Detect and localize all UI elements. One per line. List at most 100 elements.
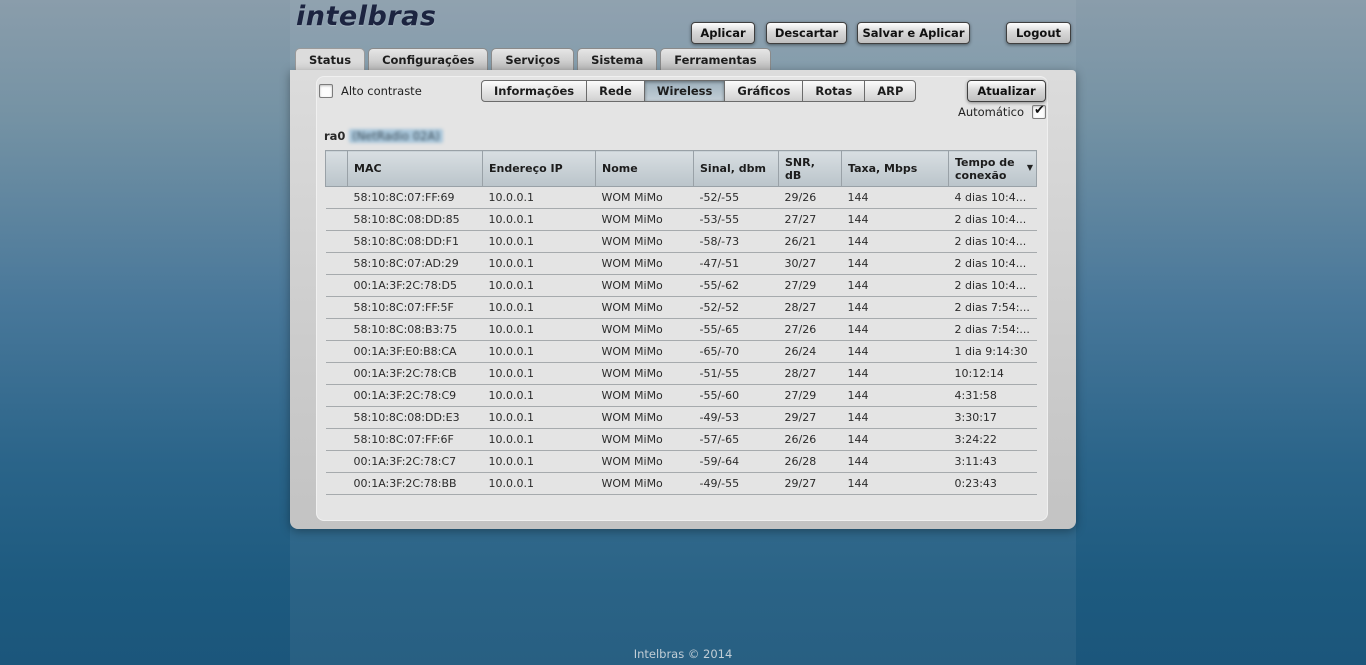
cell-sinal: -47/-51 xyxy=(694,253,779,275)
cell-mac: 58:10:8C:07:FF:6F xyxy=(348,429,483,451)
cell-taxa: 144 xyxy=(842,451,949,473)
row-indicator-cell xyxy=(326,473,348,495)
table-header-row: MAC Endereço IP Nome Sinal, dbm SNR, dB … xyxy=(326,151,1037,187)
high-contrast-control: Alto contraste xyxy=(319,84,422,98)
table-row[interactable]: 58:10:8C:08:DD:F110.0.0.1WOM MiMo-58/-73… xyxy=(326,231,1037,253)
save-and-apply-button[interactable]: Salvar e Aplicar xyxy=(857,22,970,44)
cell-taxa: 144 xyxy=(842,319,949,341)
cell-snr: 28/27 xyxy=(779,297,842,319)
header-tempo[interactable]: Tempo de conexão ▼ xyxy=(949,151,1037,187)
cell-ip: 10.0.0.1 xyxy=(483,253,596,275)
table-row[interactable]: 58:10:8C:08:DD:E310.0.0.1WOM MiMo-49/-53… xyxy=(326,407,1037,429)
stations-table: MAC Endereço IP Nome Sinal, dbm SNR, dB … xyxy=(325,150,1037,495)
subtab-graficos[interactable]: Gráficos xyxy=(724,80,803,102)
cell-tempo: 2 dias 10:4... xyxy=(949,231,1037,253)
table-row[interactable]: 58:10:8C:07:FF:5F10.0.0.1WOM MiMo-52/-52… xyxy=(326,297,1037,319)
cell-tempo: 2 dias 7:54:... xyxy=(949,319,1037,341)
logout-button[interactable]: Logout xyxy=(1006,22,1071,44)
subtab-rede[interactable]: Rede xyxy=(586,80,645,102)
header-mac[interactable]: MAC xyxy=(348,151,483,187)
discard-button[interactable]: Descartar xyxy=(766,22,847,44)
table-row[interactable]: 58:10:8C:08:B3:7510.0.0.1WOM MiMo-55/-65… xyxy=(326,319,1037,341)
cell-mac: 58:10:8C:08:DD:85 xyxy=(348,209,483,231)
cell-ip: 10.0.0.1 xyxy=(483,187,596,209)
cell-snr: 30/27 xyxy=(779,253,842,275)
apply-button[interactable]: Aplicar xyxy=(691,22,755,44)
cell-mac: 58:10:8C:07:FF:5F xyxy=(348,297,483,319)
header-snr[interactable]: SNR, dB xyxy=(779,151,842,187)
tab-ferramentas[interactable]: Ferramentas xyxy=(660,48,770,70)
cell-ip: 10.0.0.1 xyxy=(483,341,596,363)
row-indicator-cell xyxy=(326,231,348,253)
cell-sinal: -52/-52 xyxy=(694,297,779,319)
cell-taxa: 144 xyxy=(842,253,949,275)
cell-taxa: 144 xyxy=(842,341,949,363)
page: intelbras Aplicar Descartar Salvar e Apl… xyxy=(0,0,1366,665)
cell-sinal: -55/-65 xyxy=(694,319,779,341)
subtab-rotas[interactable]: Rotas xyxy=(802,80,865,102)
header-taxa[interactable]: Taxa, Mbps xyxy=(842,151,949,187)
header-nome[interactable]: Nome xyxy=(596,151,694,187)
cell-mac: 00:1A:3F:2C:78:C7 xyxy=(348,451,483,473)
cell-snr: 29/26 xyxy=(779,187,842,209)
auto-refresh-checkbox[interactable]: ✔ xyxy=(1032,105,1046,119)
header-endereco-ip[interactable]: Endereço IP xyxy=(483,151,596,187)
row-indicator-cell xyxy=(326,429,348,451)
cell-sinal: -52/-55 xyxy=(694,187,779,209)
refresh-button[interactable]: Atualizar xyxy=(967,80,1046,102)
subtab-arp[interactable]: ARP xyxy=(864,80,916,102)
cell-tempo: 4:31:58 xyxy=(949,385,1037,407)
cell-nome: WOM MiMo xyxy=(596,231,694,253)
cell-nome: WOM MiMo xyxy=(596,385,694,407)
header-tempo-label: Tempo de conexão xyxy=(955,156,1015,182)
tab-sistema[interactable]: Sistema xyxy=(577,48,657,70)
tab-status[interactable]: Status xyxy=(295,48,365,70)
cell-sinal: -57/-65 xyxy=(694,429,779,451)
cell-taxa: 144 xyxy=(842,385,949,407)
table-row[interactable]: 00:1A:3F:E0:B8:CA10.0.0.1WOM MiMo-65/-70… xyxy=(326,341,1037,363)
table-row[interactable]: 00:1A:3F:2C:78:C910.0.0.1WOM MiMo-55/-60… xyxy=(326,385,1037,407)
cell-snr: 29/27 xyxy=(779,473,842,495)
cell-tempo: 2 dias 10:4... xyxy=(949,209,1037,231)
cell-ip: 10.0.0.1 xyxy=(483,231,596,253)
table-row[interactable]: 00:1A:3F:2C:78:BB10.0.0.1WOM MiMo-49/-55… xyxy=(326,473,1037,495)
table-row[interactable]: 58:10:8C:07:FF:6910.0.0.1WOM MiMo-52/-55… xyxy=(326,187,1037,209)
cell-snr: 26/24 xyxy=(779,341,842,363)
row-indicator-cell xyxy=(326,319,348,341)
cell-nome: WOM MiMo xyxy=(596,253,694,275)
cell-taxa: 144 xyxy=(842,363,949,385)
cell-nome: WOM MiMo xyxy=(596,451,694,473)
subtab-wireless[interactable]: Wireless xyxy=(644,80,726,102)
cell-sinal: -59/-64 xyxy=(694,451,779,473)
table-row[interactable]: 58:10:8C:08:DD:8510.0.0.1WOM MiMo-53/-55… xyxy=(326,209,1037,231)
cell-mac: 58:10:8C:08:B3:75 xyxy=(348,319,483,341)
cell-nome: WOM MiMo xyxy=(596,407,694,429)
cell-tempo: 3:24:22 xyxy=(949,429,1037,451)
tab-configuracoes[interactable]: Configurações xyxy=(368,48,488,70)
status-subtab-bar: Informações Rede Wireless Gráficos Rotas… xyxy=(481,80,916,102)
tab-servicos[interactable]: Serviços xyxy=(491,48,574,70)
table-row[interactable]: 00:1A:3F:2C:78:D510.0.0.1WOM MiMo-55/-62… xyxy=(326,275,1037,297)
auto-refresh-control: Automático ✔ xyxy=(952,105,1046,119)
station-table-body: 58:10:8C:07:FF:6910.0.0.1WOM MiMo-52/-55… xyxy=(326,187,1037,495)
cell-mac: 00:1A:3F:2C:78:D5 xyxy=(348,275,483,297)
row-indicator-cell xyxy=(326,187,348,209)
cell-sinal: -65/-70 xyxy=(694,341,779,363)
table-row[interactable]: 00:1A:3F:2C:78:C710.0.0.1WOM MiMo-59/-64… xyxy=(326,451,1037,473)
cell-tempo: 2 dias 7:54:... xyxy=(949,297,1037,319)
header-sinal[interactable]: Sinal, dbm xyxy=(694,151,779,187)
cell-snr: 27/27 xyxy=(779,209,842,231)
cell-snr: 27/29 xyxy=(779,275,842,297)
cell-tempo: 4 dias 10:4... xyxy=(949,187,1037,209)
cell-taxa: 144 xyxy=(842,473,949,495)
high-contrast-checkbox[interactable] xyxy=(319,84,333,98)
cell-mac: 58:10:8C:08:DD:E3 xyxy=(348,407,483,429)
sort-desc-icon[interactable]: ▼ xyxy=(1027,163,1033,172)
cell-nome: WOM MiMo xyxy=(596,473,694,495)
cell-ip: 10.0.0.1 xyxy=(483,275,596,297)
table-row[interactable]: 58:10:8C:07:FF:6F10.0.0.1WOM MiMo-57/-65… xyxy=(326,429,1037,451)
table-row[interactable]: 00:1A:3F:2C:78:CB10.0.0.1WOM MiMo-51/-55… xyxy=(326,363,1037,385)
cell-mac: 00:1A:3F:E0:B8:CA xyxy=(348,341,483,363)
table-row[interactable]: 58:10:8C:07:AD:2910.0.0.1WOM MiMo-47/-51… xyxy=(326,253,1037,275)
subtab-informacoes[interactable]: Informações xyxy=(481,80,587,102)
